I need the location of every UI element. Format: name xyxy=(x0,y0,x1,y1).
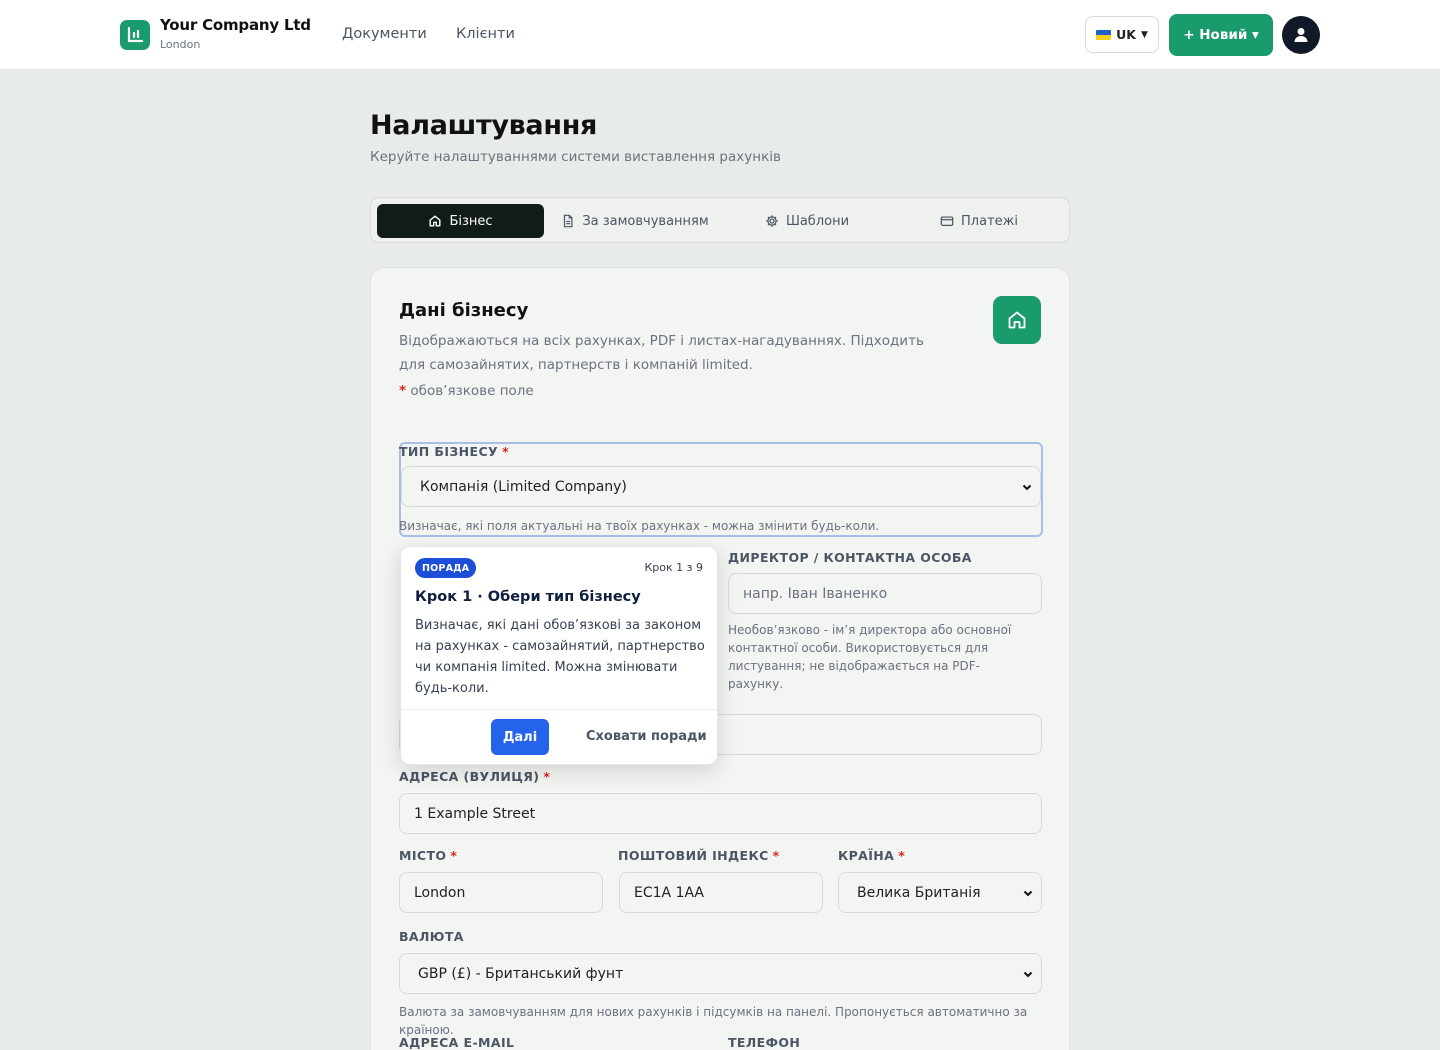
required-note-text: обов’язкове поле xyxy=(410,383,534,399)
tab-label: Бізнес xyxy=(449,213,493,229)
director-label: ДИРЕКТОР / КОНТАКТНА ОСОБА xyxy=(728,550,972,565)
currency-label: ВАЛЮТА xyxy=(399,929,464,944)
tip-body: Визначає, які дані обов’язкові за законо… xyxy=(415,618,705,696)
page-subtitle: Керуйте налаштуваннями системи виставлен… xyxy=(370,149,781,165)
tab-label: Платежі xyxy=(961,213,1018,229)
user-avatar[interactable] xyxy=(1282,16,1320,54)
tab-defaults[interactable]: За замовчуванням xyxy=(551,204,719,238)
required-marker: * xyxy=(399,383,407,399)
nav-documents[interactable]: Документи xyxy=(342,26,427,42)
tip-divider xyxy=(401,709,717,710)
document-icon xyxy=(564,214,573,228)
company-name[interactable]: Your Company Ltd xyxy=(160,16,311,34)
city-label: МІСТО * xyxy=(399,848,458,863)
postcode-label: ПОШТОВИЙ ІНДЕКС * xyxy=(618,848,780,863)
home-icon xyxy=(429,215,441,227)
nav-clients[interactable]: Клієнти xyxy=(456,26,515,42)
card-icon xyxy=(940,216,954,226)
language-selector[interactable]: UK ▼ xyxy=(1085,16,1159,53)
business-type-select[interactable]: Компанія (Limited Company) xyxy=(401,466,1041,507)
currency-hint: Валюта за замовчуванням для нових рахунк… xyxy=(399,1005,1028,1037)
card-description: Відображаються на всіх рахунках, PDF і л… xyxy=(399,333,924,373)
home-icon xyxy=(993,296,1041,344)
address-label: АДРЕСА (ВУЛИЦЯ) * xyxy=(399,769,551,784)
company-logo-icon[interactable] xyxy=(120,20,150,50)
country-select[interactable]: Велика Британія xyxy=(838,872,1042,913)
ukraine-flag-icon xyxy=(1096,29,1112,40)
page-title: Налаштування xyxy=(370,110,598,141)
user-icon xyxy=(1294,28,1308,42)
director-hint: Необов’язково - ім’я директора або основ… xyxy=(728,623,1012,691)
chevron-down-icon xyxy=(1022,484,1032,491)
tip-title: Крок 1 · Обери тип бізнесу xyxy=(415,589,641,605)
language-label: UK xyxy=(1116,27,1136,42)
currency-select[interactable]: GBP (£) - Британський фунт xyxy=(399,953,1042,994)
country-label: КРАЇНА * xyxy=(838,848,906,863)
top-bar: Your Company Ltd London Документи Клієнт… xyxy=(0,0,1440,70)
tip-badge: ПОРАДА xyxy=(415,558,477,578)
caret-down-icon: ▼ xyxy=(1140,29,1148,40)
settings-tabs: Бізнес За замовчуванням Шаблони Платежі xyxy=(370,197,1070,243)
address-input[interactable]: 1 Example Street xyxy=(399,793,1042,834)
chevron-down-icon xyxy=(1023,890,1033,897)
tip-next-button[interactable]: Далі xyxy=(491,719,549,755)
chevron-down-icon xyxy=(1023,971,1033,978)
phone-label: ТЕЛЕФОН xyxy=(728,1035,801,1050)
tip-step-counter: Крок 1 з 9 xyxy=(644,561,703,574)
tab-label: Шаблони xyxy=(785,213,850,229)
business-type-hint: Визначає, які поля актуальні на твоїх ра… xyxy=(399,519,880,533)
tab-label: За замовчуванням xyxy=(582,213,709,229)
new-button[interactable]: + Новий ▾ xyxy=(1169,14,1273,56)
card-title: Дані бізнесу xyxy=(399,300,529,321)
tab-templates[interactable]: Шаблони xyxy=(726,204,888,238)
email-label: АДРЕСА E-MAIL xyxy=(399,1035,515,1050)
business-type-label: ТИП БІЗНЕСУ * xyxy=(399,444,510,459)
postcode-input[interactable]: EC1A 1AA xyxy=(619,872,823,913)
tab-business[interactable]: Бізнес xyxy=(377,204,544,238)
gear-icon xyxy=(766,215,778,227)
required-note: * обов’язкове поле xyxy=(399,383,534,399)
tip-hide-button[interactable]: Сховати поради xyxy=(586,729,707,744)
director-input[interactable]: напр. Іван Іваненко xyxy=(728,573,1042,614)
tab-payments[interactable]: Платежі xyxy=(894,204,1064,238)
onboarding-tip: ПОРАДА Крок 1 з 9 Крок 1 · Обери тип біз… xyxy=(400,546,718,765)
city-input[interactable]: London xyxy=(399,872,603,913)
company-city: London xyxy=(160,38,201,51)
